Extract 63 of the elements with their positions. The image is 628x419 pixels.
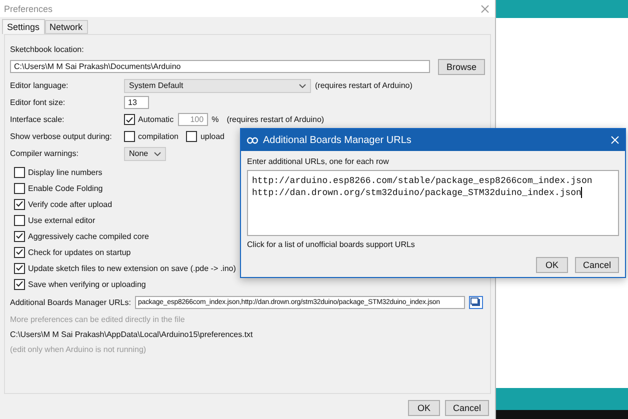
checkbox[interactable] [14,246,25,258]
checkbox-label: Use external editor [28,216,96,224]
warnings-select[interactable]: None [124,146,166,160]
window-title: Preferences [4,4,53,14]
hint-text: More preferences can be edited directly in the file [10,315,185,324]
tab[interactable]: Settings [2,19,45,34]
field-label: Show verbose output during: [10,132,113,141]
check-icon [16,281,23,287]
checkbox[interactable] [14,214,25,226]
field-label: Compiler warnings: [10,149,80,158]
tab[interactable]: Network [44,20,88,34]
check-icon [16,233,23,239]
boards-link[interactable]: Click for a list of unofficial boards support URLs [247,240,619,249]
hint-text: (edit only when Arduino is not running) [10,345,146,354]
check-icon [16,201,23,207]
check-icon [126,116,133,122]
font-size-field[interactable]: 13 [124,96,149,109]
sketchbook-field[interactable]: C:\Users\M M Sai Prakash\Documents\Arduino [10,60,430,73]
chevron-icon [154,152,161,156]
infinity-logo-icon [247,136,258,144]
language-select[interactable]: System Default [124,78,311,92]
check-icon [16,265,23,271]
cancel-button[interactable]: Cancel [575,257,619,273]
urls-textarea[interactable]: http://arduino.esp8266.com/stable/package_esp8266com_index.json http://dan.drown.org/stm32duino/package_STM32duino_index.json [247,170,619,236]
browse-button[interactable]: Browse [438,58,485,74]
cancel-button[interactable]: Cancel [445,400,489,416]
close-icon[interactable] [481,4,489,12]
checkbox-label: upload [200,132,224,141]
window-icon[interactable] [468,296,483,309]
file-path: C:\Users\M M Sai Prakash\AppData\Local\Arduino15\preferences.txt [10,330,253,339]
prompt-text: Enter additional URLs, one for each row [247,157,390,166]
checkbox-label: Verify code after upload [28,200,112,208]
restart-note: (requires restart of Arduino) [315,81,412,90]
checkbox[interactable] [14,278,25,290]
ok-button[interactable]: OK [536,257,568,273]
field-label: Interface scale: [10,115,66,124]
checkbox-label: compilation [138,132,178,141]
checkbox-label: Save when verifying or uploading [28,280,146,288]
chevron-icon [299,84,306,88]
checkbox[interactable] [14,182,25,194]
checkbox-label: Display line numbers [28,168,102,176]
field-label: Editor font size: [10,98,66,107]
field-label: Editor language: [10,81,70,90]
dialog-title: Additional Boards Manager URLs [263,134,412,146]
restart-note: (requires restart of Arduino) [226,115,324,124]
checkbox[interactable] [124,131,135,142]
ok-button[interactable]: OK [408,400,440,416]
checkbox[interactable] [14,262,25,274]
checkbox[interactable] [124,114,135,125]
checkbox[interactable] [14,166,25,178]
field-label: Additional Boards Manager URLs: [10,298,131,307]
checkbox-label: Update sketch files to new extension on save (.pde -> .ino) [28,264,236,272]
checkbox-label: Automatic [138,115,174,124]
checkbox-label: Check for updates on startup [28,248,131,256]
field-label: Sketchbook location: [10,45,84,54]
checkbox[interactable] [14,198,25,210]
checkbox[interactable] [14,230,25,242]
checkbox[interactable] [186,131,198,142]
checkbox-label: Enable Code Folding [28,184,103,192]
unit-label: % [212,115,219,124]
check-icon [16,249,23,255]
checkbox-label: Aggressively cache compiled core [28,232,149,240]
scale-spinner[interactable]: 100 [178,113,208,126]
